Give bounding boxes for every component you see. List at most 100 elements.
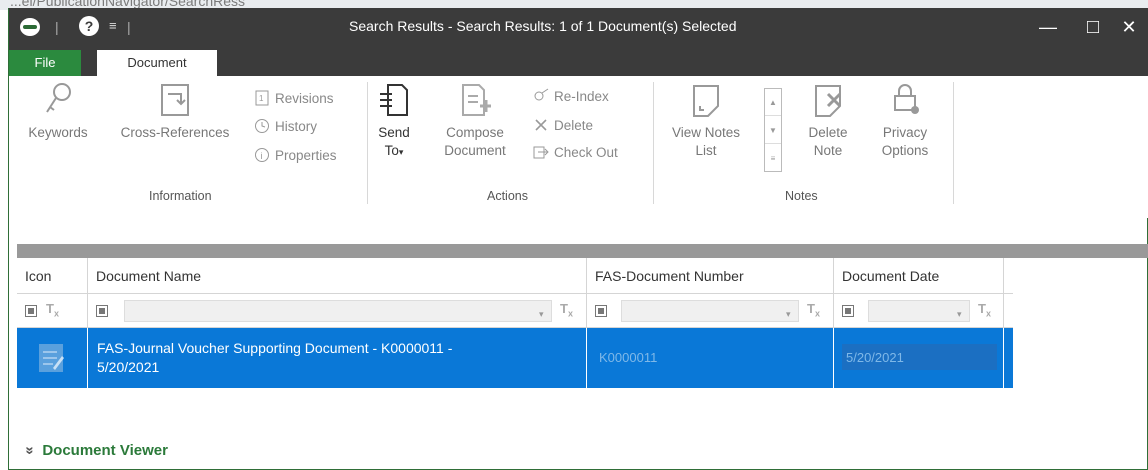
row-document-name-cell: FAS-Journal Voucher Supporting Document …	[88, 328, 587, 388]
expand-chevron-icon: »	[21, 446, 39, 455]
compose-document-button[interactable]: Compose Document	[429, 82, 521, 160]
filter-operator-icon[interactable]	[25, 305, 37, 317]
grid-splitter[interactable]	[17, 244, 1148, 258]
maximize-button[interactable]: □	[1079, 14, 1107, 40]
history-button[interactable]: History	[254, 116, 317, 138]
keywords-button[interactable]: Keywords	[17, 82, 99, 142]
svg-text:i: i	[261, 151, 263, 161]
cross-references-label: Cross-References	[120, 125, 230, 140]
information-group-label: Information	[149, 189, 212, 203]
close-button[interactable]: ✕	[1115, 14, 1143, 40]
history-label: History	[275, 119, 318, 134]
lock-gear-icon	[894, 84, 919, 114]
privacy-label-1: Privacy	[882, 125, 928, 140]
delete-note-button[interactable]: Delete Note	[795, 82, 861, 160]
compose-label-1: Compose	[446, 125, 504, 140]
history-clock-icon	[255, 119, 269, 133]
privacy-options-button[interactable]: Privacy Options	[869, 82, 941, 160]
minimize-button[interactable]: —	[1034, 14, 1062, 40]
delete-label: Delete	[554, 118, 594, 133]
delete-button[interactable]: Delete	[533, 115, 593, 137]
document-icon	[39, 344, 64, 372]
filter-cell-icon: Tx	[17, 294, 88, 328]
delete-note-label-2: Note	[813, 143, 843, 158]
scroll-up-icon[interactable]: ▲	[765, 89, 781, 116]
row-icon-cell	[17, 328, 88, 388]
column-header-document-number[interactable]: FAS-Document Number	[587, 258, 834, 294]
cross-references-button[interactable]: Cross-References	[105, 82, 245, 142]
privacy-label-2: Options	[881, 143, 929, 158]
row-document-number-cell: K0000011	[587, 328, 834, 388]
row-document-date-cell: 5/20/2021	[834, 328, 1004, 388]
svg-text:1: 1	[259, 94, 264, 103]
scroll-down-icon[interactable]: ▼	[765, 117, 781, 144]
actions-group-label: Actions	[487, 189, 528, 203]
tab-file[interactable]: File	[9, 50, 81, 76]
notes-group-label: Notes	[785, 189, 818, 203]
properties-label: Properties	[275, 148, 337, 163]
cross-reference-icon	[161, 84, 189, 116]
column-header-icon[interactable]: Icon	[17, 258, 88, 294]
quick-access-dropdown-icon[interactable]: ≡	[109, 18, 117, 33]
title-separator: |	[127, 19, 131, 35]
tab-document[interactable]: Document	[97, 50, 217, 76]
document-date-filter-input[interactable]: ▾	[868, 300, 970, 322]
view-notes-label-1: View Notes	[671, 125, 741, 140]
clear-filter-icon[interactable]: Tx	[560, 301, 573, 319]
filter-dropdown-icon[interactable]: ▾	[786, 309, 791, 320]
filter-cell-document-date: ▾ Tx	[834, 294, 1004, 328]
app-logo-icon	[20, 18, 40, 36]
filter-operator-icon[interactable]	[595, 305, 607, 317]
document-date-field: 5/20/2021	[842, 344, 997, 370]
send-to-label-2: To	[384, 143, 399, 158]
check-out-label: Check Out	[554, 145, 618, 160]
delete-note-icon	[815, 85, 842, 117]
group-divider	[953, 82, 954, 204]
view-notes-list-button[interactable]: View Notes List	[661, 82, 751, 160]
title-separator: |	[55, 19, 59, 35]
reindex-button[interactable]: Re-Index	[533, 86, 609, 108]
keys-icon	[46, 83, 71, 113]
send-to-button[interactable]: Send To▾	[373, 82, 415, 161]
note-icon	[693, 85, 719, 117]
delete-note-label-1: Delete	[808, 125, 848, 140]
compose-document-icon	[462, 84, 491, 116]
document-number-filter-input[interactable]: ▾	[621, 300, 799, 322]
reindex-label: Re-Index	[554, 89, 609, 104]
scroll-more-icon[interactable]: ≡	[765, 145, 781, 172]
revisions-icon: 1	[255, 90, 269, 106]
document-date: 5/20/2021	[846, 350, 904, 365]
document-name: FAS-Journal Voucher Supporting Document …	[97, 340, 453, 375]
clear-filter-icon[interactable]: Tx	[46, 301, 59, 319]
group-divider	[653, 82, 654, 204]
revisions-label: Revisions	[275, 91, 334, 106]
column-header-document-date[interactable]: Document Date	[834, 258, 1004, 294]
notes-scroller[interactable]: ▲ ▼ ≡	[764, 88, 782, 172]
compose-label-2: Document	[444, 143, 506, 158]
filter-dropdown-icon[interactable]: ▾	[539, 309, 544, 320]
filter-operator-icon[interactable]	[96, 305, 108, 317]
table-row[interactable]: FAS-Journal Voucher Supporting Document …	[17, 328, 1013, 388]
delete-x-icon	[535, 119, 547, 131]
column-header-document-name[interactable]: Document Name	[88, 258, 587, 294]
filter-cell-document-name: ▾ Tx	[88, 294, 587, 328]
clear-filter-icon[interactable]: Tx	[978, 301, 991, 319]
grid-header-row: Icon Document Name FAS-Document Number D…	[17, 258, 1013, 294]
document-viewer-toggle[interactable]: » Document Viewer	[22, 442, 168, 459]
view-notes-label-2: List	[695, 143, 717, 158]
check-out-icon	[533, 146, 549, 159]
ribbon: Keywords Cross-References 1 Revisions His…	[9, 76, 1148, 218]
send-to-icon	[380, 84, 408, 116]
clear-filter-icon[interactable]: Tx	[807, 301, 820, 319]
filter-operator-icon[interactable]	[842, 305, 854, 317]
revisions-button[interactable]: 1 Revisions	[254, 88, 334, 110]
ribbon-tab-bar: File Document	[9, 46, 1148, 76]
reindex-icon	[534, 88, 549, 101]
filter-dropdown-icon[interactable]: ▾	[957, 309, 962, 320]
check-out-button[interactable]: Check Out	[533, 142, 618, 164]
document-name-filter-input[interactable]: ▾	[124, 300, 552, 322]
properties-button[interactable]: i Properties	[254, 145, 337, 167]
title-bar[interactable]: | ? ≡ | Search Results - Search Results:…	[9, 8, 1148, 46]
help-icon[interactable]: ?	[79, 16, 99, 36]
send-to-label-1: Send	[378, 125, 410, 140]
